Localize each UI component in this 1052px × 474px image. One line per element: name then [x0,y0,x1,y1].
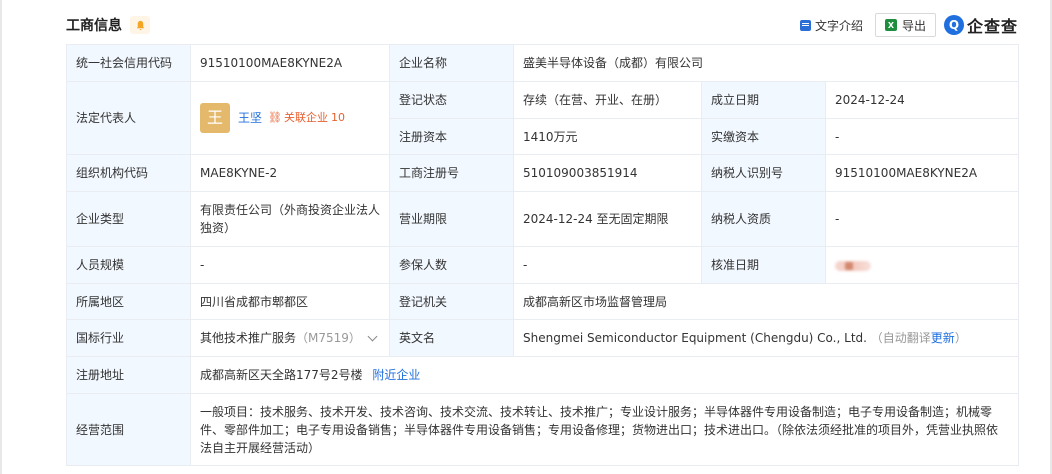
credit-code-label: 统一社会信用代码 [66,44,191,82]
document-icon [799,19,811,31]
company-type-value: 有限责任公司（外商投资企业法人独资） [190,191,390,247]
scope-value: 一般项目：技术服务、技术开发、技术咨询、技术交流、技术转让、技术推广；专业设计服… [189,393,1020,466]
biz-reg-no-value: 510109003851914 [513,154,702,192]
reg-capital-value: 1410万元 [513,118,702,155]
text-intro-label: 文字介绍 [814,18,863,33]
region-label: 所属地区 [66,283,191,320]
biz-reg-no-label: 工商注册号 [389,154,514,192]
taxpayer-qual-value: - [824,191,1020,247]
close-paren: ） [954,331,967,345]
region-value: 四川省成都市郫都区 [190,283,390,320]
industry-cell[interactable]: 其他技术推广服务（M7519） [190,319,390,357]
industry-code: （M7519） [296,331,361,345]
taxpayer-id-label: 纳税人识别号 [701,154,826,192]
excel-icon: X [884,19,897,31]
brand-logo: Q 企查查 [943,13,1018,37]
bell-icon[interactable] [130,16,150,34]
nearby-companies-link[interactable]: 附近企业 [372,368,420,382]
est-date-value: 2024-12-24 [824,81,1020,119]
staff-size-label: 人员规模 [66,246,191,284]
taxpayer-id-value: 91510100MAE8KYNE2A [824,154,1020,192]
address-label: 注册地址 [66,356,191,394]
table-row: 注册地址 成都高新区天全路177号2号楼 附近企业 [66,356,1020,394]
locked-value-icon[interactable] [835,260,871,271]
org-code-value: MAE8KYNE-2 [190,154,390,192]
company-type-label: 企业类型 [66,191,191,247]
export-button[interactable]: X 导出 [874,13,936,37]
est-date-label: 成立日期 [701,81,826,119]
en-name-value: Shengmei Semiconductor Equipment (Chengd… [523,331,867,345]
table-row: 法定代表人 王 王坚 ⛓ 关联企业 10 登记状态 存续（在营、开业、在册） 成… [66,81,1020,155]
section-title: 工商信息 [66,18,122,34]
assoc-count: 10 [330,111,345,124]
avatar[interactable]: 王 [200,103,230,133]
brand-mark-icon: Q [943,15,964,35]
biz-term-value: 2024-12-24 至无固定期限 [513,191,702,247]
table-row: 国标行业 其他技术推广服务（M7519） 英文名 Shengmei Semico… [66,319,1020,357]
brand-name: 企查查 [966,17,1018,36]
industry-label: 国标行业 [66,319,191,357]
reg-authority-value: 成都高新区市场监督管理局 [512,283,1020,320]
export-label: 导出 [901,18,926,33]
insured-value: - [513,246,702,284]
table-row: 企业类型 有限责任公司（外商投资企业法人独资） 营业期限 2024-12-24 … [66,191,1020,247]
en-name-cell: Shengmei Semiconductor Equipment (Chengd… [512,319,1020,357]
legal-rep-cell: 王 王坚 ⛓ 关联企业 10 [190,81,390,155]
en-name-label: 英文名 [389,319,514,357]
reg-capital-label: 注册资本 [389,118,514,155]
approval-date-label: 核准日期 [701,246,826,284]
text-intro-link[interactable]: 文字介绍 [799,17,863,34]
legal-rep-label: 法定代表人 [66,81,191,155]
table-row: 经营范围 一般项目：技术服务、技术开发、技术咨询、技术交流、技术转让、技术推广；… [66,393,1020,466]
legal-rep-name-link[interactable]: 王坚 [238,109,262,127]
credit-code-value: 91510100MAE8KYNE2A [190,44,390,82]
table-row: 统一社会信用代码 91510100MAE8KYNE2A 企业名称 盛美半导体设备… [66,44,1020,82]
auto-translate-note: （自动翻译 [870,331,931,345]
biz-term-label: 营业期限 [389,191,514,247]
paid-capital-label: 实缴资本 [701,118,826,155]
scope-label: 经营范围 [66,393,191,466]
org-code-label: 组织机构代码 [66,154,191,192]
paid-capital-value: - [824,118,1020,155]
business-info-table: 统一社会信用代码 91510100MAE8KYNE2A 企业名称 盛美半导体设备… [66,44,1020,466]
assoc-label: 关联企业 [283,111,328,124]
reg-status-value: 存续（在营、开业、在册） [513,81,702,119]
table-row: 人员规模 - 参保人数 - 核准日期 [66,246,1020,284]
company-name-label: 企业名称 [389,44,514,82]
approval-date-value[interactable] [824,246,1020,284]
chevron-down-icon[interactable] [367,331,378,342]
insured-label: 参保人数 [389,246,514,284]
reg-authority-label: 登记机关 [389,283,514,320]
industry-value: 其他技术推广服务 [200,331,297,345]
link-icon: ⛓ [268,111,282,124]
associated-companies-tag[interactable]: ⛓ 关联企业 10 [268,109,345,127]
reg-status-label: 登记状态 [389,81,514,119]
left-border [0,0,2,474]
address-cell: 成都高新区天全路177号2号楼 附近企业 [189,356,1020,394]
table-row: 所属地区 四川省成都市郫都区 登记机关 成都高新区市场监督管理局 [66,283,1020,320]
table-row: 组织机构代码 MAE8KYNE-2 工商注册号 510109003851914 … [66,154,1020,192]
address-value: 成都高新区天全路177号2号楼 [200,368,363,382]
section-header: 工商信息 文字介绍 X 导出 Q 企查查 [66,10,1018,40]
update-link[interactable]: 更新 [931,331,955,345]
staff-size-value: - [190,246,390,284]
company-name-value: 盛美半导体设备（成都）有限公司 [512,44,1020,82]
taxpayer-qual-label: 纳税人资质 [701,191,826,247]
